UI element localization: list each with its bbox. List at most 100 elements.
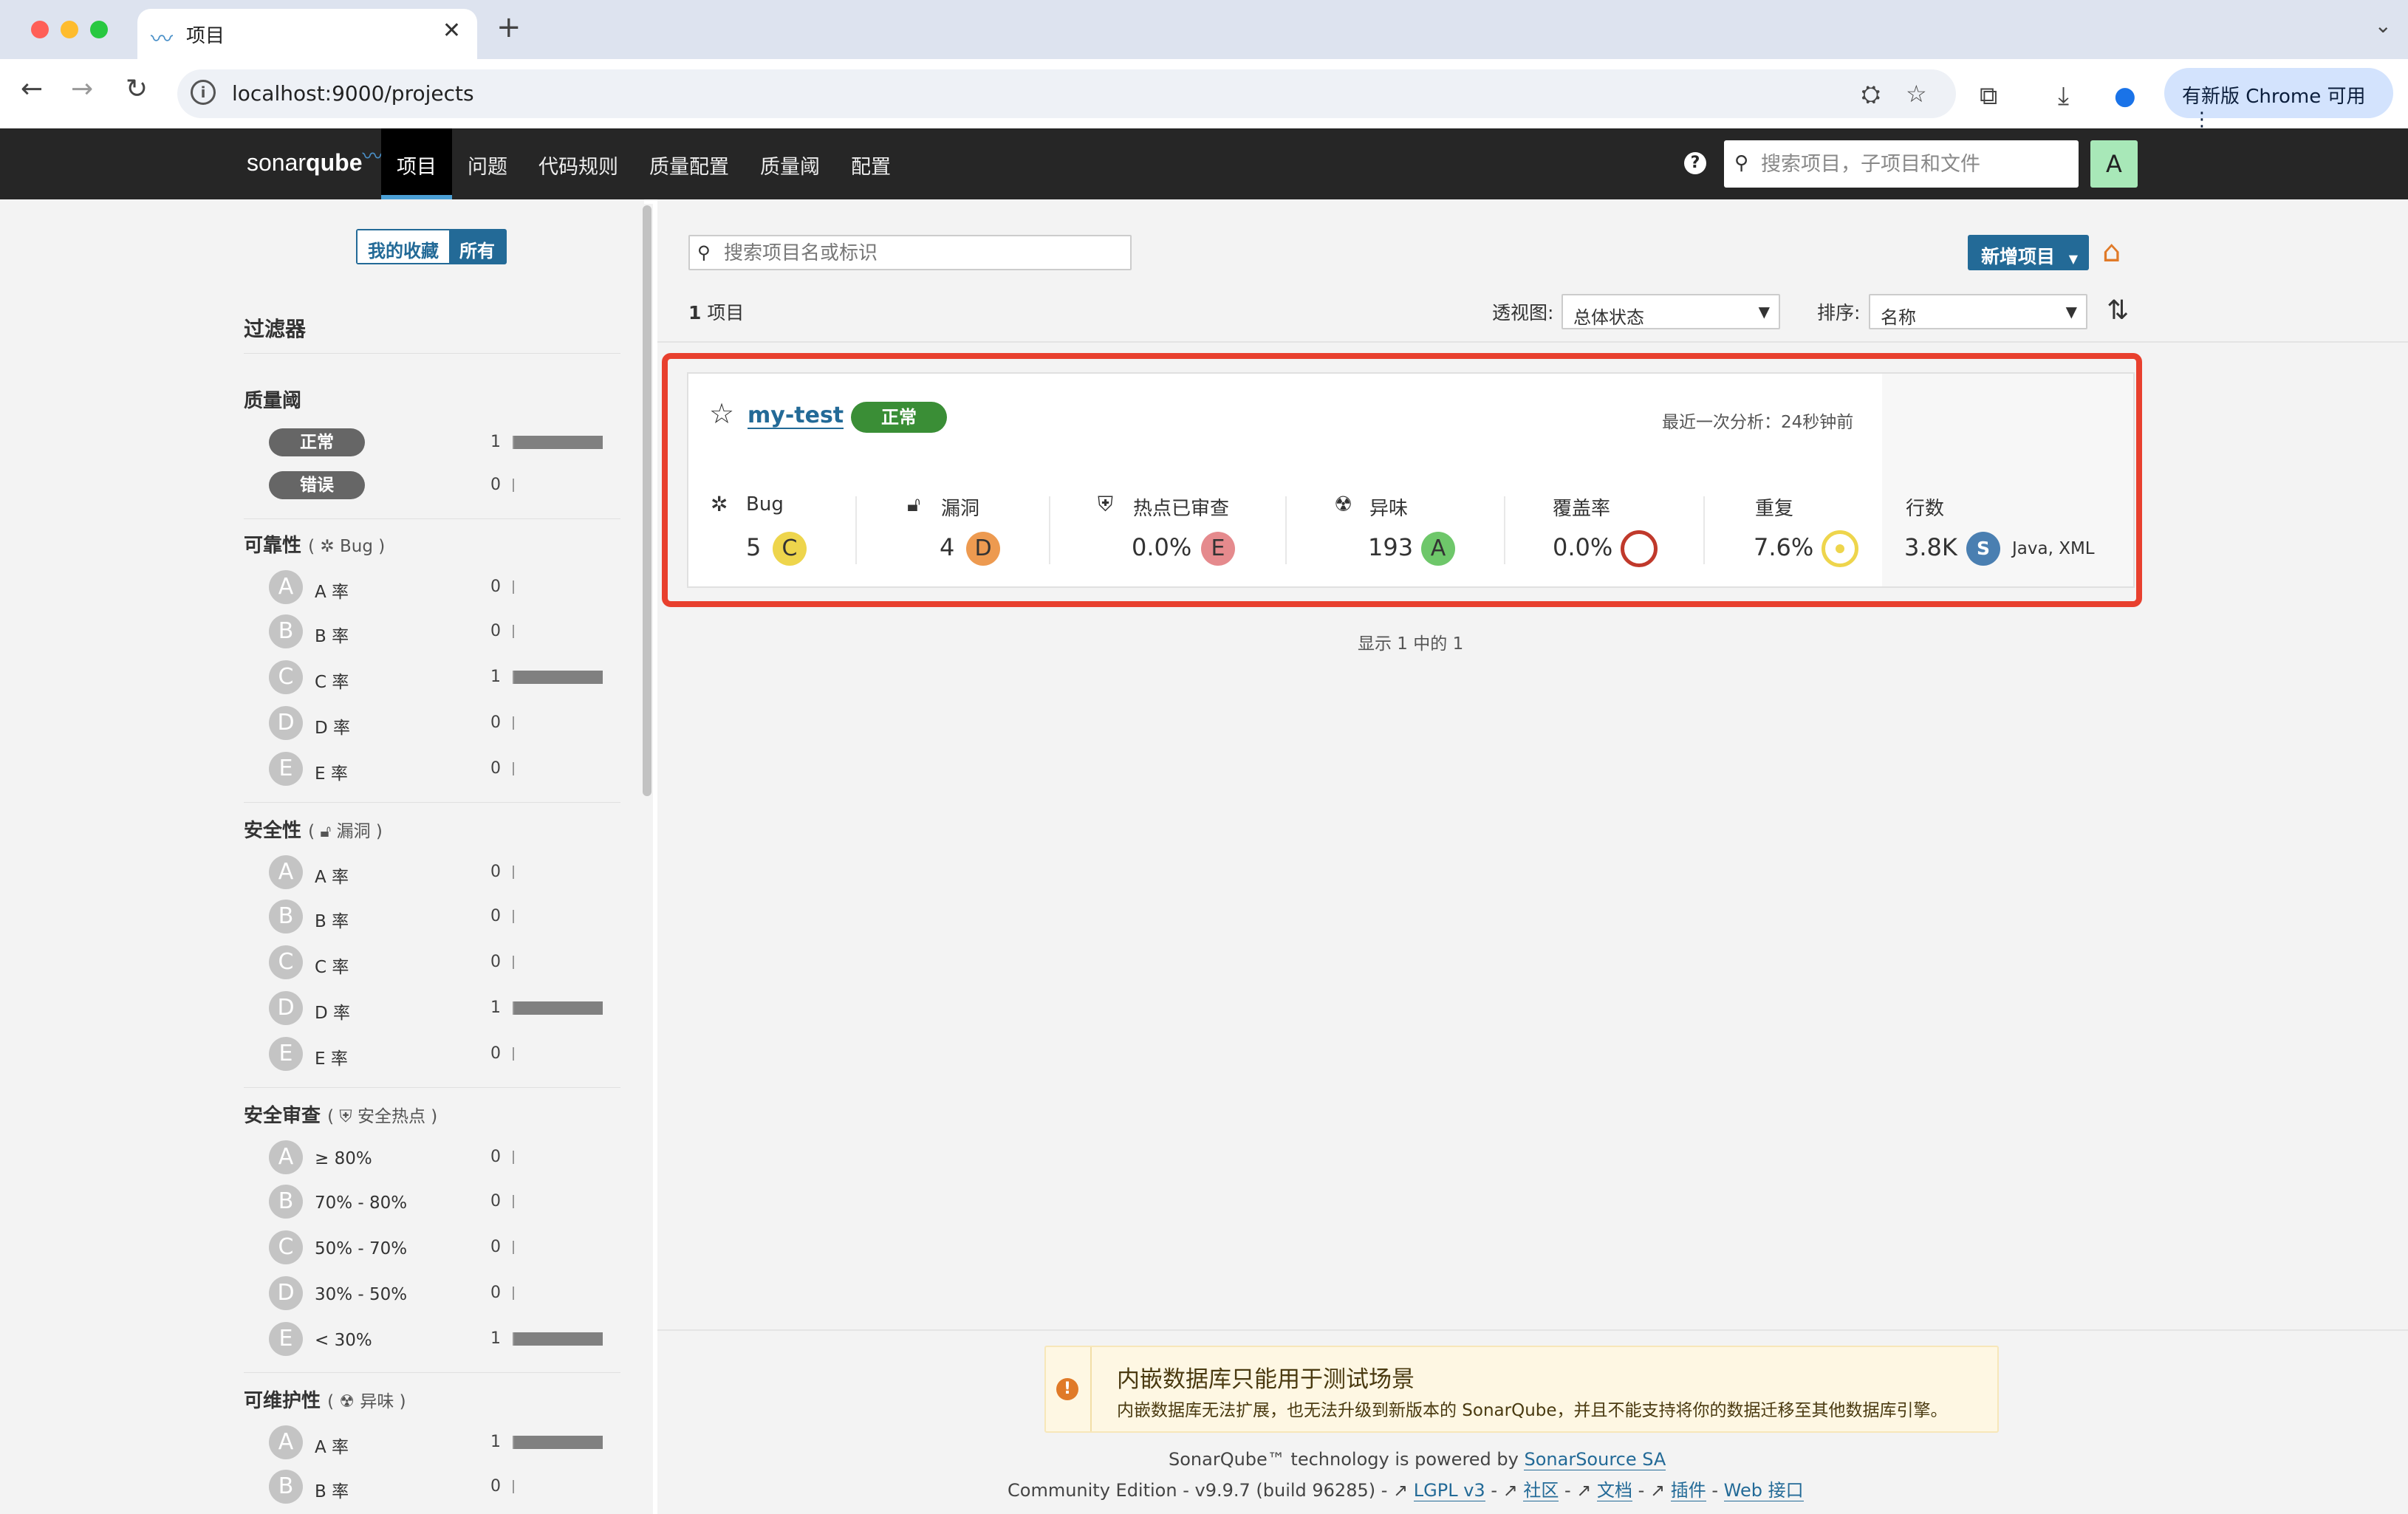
address-bar[interactable]: i localhost:9000/projects ⛭ ☆	[177, 69, 1956, 118]
reload-icon[interactable]: ↻	[126, 74, 148, 104]
community-link[interactable]: 社区	[1523, 1480, 1559, 1501]
divider	[657, 341, 2408, 343]
sonarsource-link[interactable]: SonarSource SA	[1524, 1449, 1666, 1470]
project-search[interactable]: ⚲	[688, 235, 1132, 270]
warning-title: 内嵌数据库只能用于测试场景	[1117, 1366, 1415, 1393]
user-avatar[interactable]: A	[2090, 140, 2138, 188]
sort-order-icon[interactable]: ⇅	[2107, 295, 2129, 326]
profile-icon[interactable]: ●	[2114, 81, 2136, 111]
window-zoom-button[interactable]	[90, 21, 108, 38]
tab-search-chevron-icon[interactable]: ⌄	[2375, 13, 2392, 38]
facet-count: 0	[490, 863, 501, 881]
browser-tab[interactable]: 〰 项目 ✕	[137, 9, 477, 59]
home-icon[interactable]: ⌂	[2102, 235, 2121, 269]
nav-quality-gates[interactable]: 质量阈	[745, 129, 835, 199]
url-text[interactable]: localhost:9000/projects	[232, 81, 474, 106]
code-smell-icon: ☢	[1334, 492, 1353, 516]
edition-text: Community Edition - v9.9.7 (build 96285)…	[1008, 1480, 1394, 1501]
external-link-icon: ↗	[1502, 1480, 1518, 1501]
metric-hotspots-grade: E	[1201, 532, 1235, 566]
global-search-input[interactable]	[1761, 151, 2071, 177]
main-menu: 项目 问题 代码规则 质量配置 质量阈 配置	[381, 129, 906, 199]
download-icon[interactable]: ⤓	[2058, 81, 2069, 111]
sidebar-scrollbar-thumb[interactable]	[643, 205, 651, 796]
lock-icon: 🔓︎	[320, 822, 332, 841]
powered-by-text: SonarQube™ technology is powered by	[1169, 1449, 1525, 1470]
divider	[244, 518, 620, 519]
metric-separator	[1285, 496, 1287, 564]
perspective-select[interactable]: 总体状态 ▼	[1562, 294, 1780, 329]
filter-security-review-title: 安全审查 ( ⛨ 安全热点 )	[244, 1105, 438, 1127]
help-icon[interactable]: ?	[1684, 152, 1706, 174]
project-count-number: 1	[688, 302, 702, 323]
facet-count: 0	[490, 713, 501, 732]
metric-hotspots-value[interactable]: 0.0%	[1132, 533, 1191, 561]
translate-icon[interactable]: ⛭	[1861, 80, 1881, 109]
metric-coverage-value[interactable]: 0.0%	[1553, 533, 1612, 561]
qg-error-pill: 错误	[269, 471, 365, 499]
nav-administration[interactable]: 配置	[835, 129, 906, 199]
close-tab-icon[interactable]: ✕	[442, 18, 461, 44]
sonarqube-logo[interactable]: sonarqube〰	[247, 145, 383, 177]
metric-bug-grade: C	[773, 532, 807, 566]
metric-hotspots-label: 热点已审查	[1133, 498, 1230, 520]
project-name-link[interactable]: my-test	[748, 403, 844, 429]
toggle-favorites[interactable]: 我的收藏	[358, 230, 449, 263]
chevron-down-icon: ▼	[2065, 303, 2077, 321]
window-close-button[interactable]	[31, 21, 49, 38]
back-arrow-icon[interactable]: ←	[21, 74, 43, 104]
chevron-down-icon: ▼	[1758, 303, 1770, 321]
rating-d-circle: D	[269, 991, 303, 1025]
facet-bar	[514, 436, 603, 449]
bookmark-star-icon[interactable]: ☆	[1906, 80, 1927, 108]
metric-bug-value[interactable]: 5	[746, 533, 761, 561]
logo-wave-icon: 〰	[362, 145, 383, 168]
rating-e-circle: E	[269, 1322, 303, 1356]
facet-count: 1	[490, 668, 501, 686]
rating-a-circle: A	[269, 855, 303, 889]
quality-gate-status-badge: 正常	[851, 402, 947, 433]
metric-separator	[855, 496, 857, 564]
rating-label: ≥ 80%	[315, 1149, 372, 1168]
metric-vuln-grade: D	[966, 532, 1000, 566]
pagination-summary: 显示 1 中的 1	[1358, 634, 1464, 654]
license-link[interactable]: LGPL v3	[1413, 1480, 1485, 1501]
new-project-button[interactable]: 新增项目 ▼	[1968, 235, 2089, 270]
browser-tab-bar: 〰 项目 ✕ + ⌄	[0, 0, 2408, 59]
extensions-puzzle-icon[interactable]: ⧉	[1980, 81, 1997, 111]
plugins-link[interactable]: 插件	[1670, 1480, 1706, 1501]
toggle-all[interactable]: 所有	[449, 230, 505, 263]
global-search[interactable]: ⚲	[1724, 140, 2079, 188]
metric-separator	[1049, 496, 1050, 564]
external-link-icon: ↗	[1576, 1480, 1592, 1501]
nav-quality-profiles[interactable]: 质量配置	[634, 129, 745, 199]
docs-link[interactable]: 文档	[1597, 1480, 1633, 1501]
rating-e-circle: E	[269, 752, 303, 786]
chrome-update-button[interactable]: 有新版 Chrome 可用 ⋮	[2164, 68, 2393, 131]
new-tab-icon[interactable]: +	[496, 10, 521, 44]
forward-arrow-icon[interactable]: →	[71, 74, 93, 104]
duplication-dot	[1836, 544, 1844, 553]
warning-description: 内嵌数据库无法扩展，也无法升级到新版本的 SonarQube，并且不能支持将你的…	[1117, 1401, 1948, 1420]
favorite-star-icon[interactable]: ☆	[709, 397, 734, 430]
nav-rules[interactable]: 代码规则	[523, 129, 634, 199]
metric-lines-label: 行数	[1906, 498, 1945, 520]
metric-duplication-value[interactable]: 7.6%	[1754, 533, 1813, 561]
metric-smells-value[interactable]: 193	[1368, 533, 1413, 561]
facet-count: 0	[490, 1477, 501, 1496]
web-api-link[interactable]: Web 接口	[1723, 1480, 1804, 1501]
window-minimize-button[interactable]	[61, 21, 78, 38]
sort-select[interactable]: 名称 ▼	[1869, 294, 2087, 329]
filters-sidebar	[0, 199, 644, 1514]
site-info-icon[interactable]: i	[191, 80, 216, 105]
logo-text-bold: qube	[306, 149, 363, 176]
filter-title-text: 可靠性	[244, 535, 302, 557]
shield-icon: ⛨	[339, 1107, 352, 1126]
rating-label: D 率	[315, 1004, 351, 1023]
nav-issues[interactable]: 问题	[452, 129, 523, 199]
metric-vuln-value[interactable]: 4	[940, 533, 954, 561]
favorites-all-toggle: 我的收藏 所有	[356, 229, 507, 264]
project-search-input[interactable]	[724, 242, 1123, 264]
bug-icon: ✲	[320, 537, 335, 556]
nav-projects[interactable]: 项目	[381, 129, 452, 199]
